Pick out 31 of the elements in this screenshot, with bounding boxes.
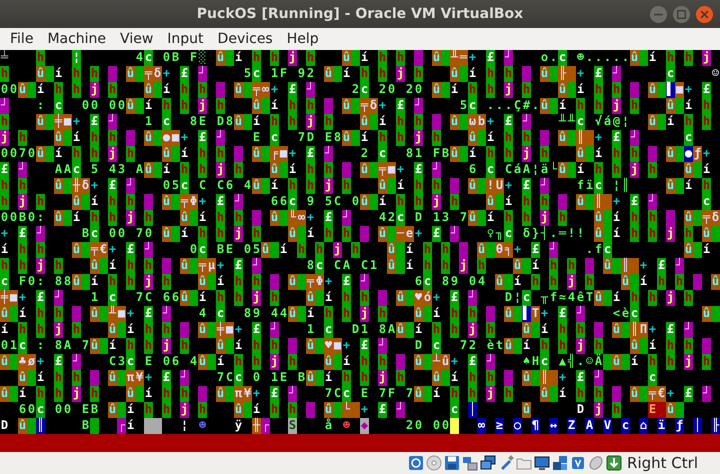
- console-line: û ♣ø+ £ ┘ C3 c E 06 4 û í h h j h û í h h û ┴û+ £ ┘ ♠H c ▲╣.☺Ä û í h h j h: [0, 354, 720, 370]
- console-line: ┘ : c 00 00 û í h h j h û í h h û ╤δ+ £ ┘ 5 c ...Ç#.û í h h j h û í h: [0, 98, 720, 114]
- console-line: j h û í h h û ●■+ £ ┘ E c 7D E8 û í h h j h û í h h û ║ + £ ┘ c: [0, 130, 720, 146]
- host-key-label: Right Ctrl: [627, 454, 698, 472]
- console-line: 00B0: û í h h j h û í h h û ╙∞+ £ ┘ 42 c D 13 7 û í h h j h û í h h û ╤δ: [0, 210, 720, 226]
- window-title: PuckOS [Running] - Oracle VM VirtualBox: [196, 6, 524, 22]
- menu-item[interactable]: File: [3, 31, 40, 47]
- console-line: 00 û í h h j h û í h h û ╤∞+ £ ┘ 2 c 20 20 û í h h j h û í h h û ▌■+ £: [0, 82, 720, 98]
- console-line: h û ╪■+ £ ┘ 1 c 8E D8 û í h h j h û í h h û ωb+ £ ┘ ╨╨c √á@¦ û í h h: [0, 114, 720, 130]
- console-line: h h û ╫δ+ £ ┘ 05 c C C6 4 û í h h j h û í h h û !U+ £ ┘ fï c ¦║ û í h: [0, 178, 720, 194]
- console-line: + £ ┘ B c 00 70 û í h h j h û í h h û ─e+ £ ┘ ♀╖c δ}┤.═!! û í h h j h û: [0, 226, 720, 242]
- menu-item[interactable]: Help: [280, 31, 326, 47]
- menu-item[interactable]: Machine: [40, 31, 114, 47]
- console-line: û í h h û ╨■+ £ ┘ 4 c 89 44 û í h h j h û í h h û ▌T+ £ ┘ <è c û: [0, 306, 720, 322]
- close-button[interactable]: [695, 5, 714, 24]
- console-line: ╪■+ £ ┘ 1 c 7C 66 û í h h j h û í h h û ♥ó+ £ ┘ D¦c ╥f≈4êT û í h h j h: [0, 290, 720, 306]
- console-line: ╧ h ¦ 4 c 0B F░ û í h h j h û í h h û ╨═+ £ ┘ o.c ☻.....û í h h j: [0, 50, 720, 66]
- console-line: D û ║ B ┌í ¦ ☻ ÿ ╫┌ S å ☻ ◆ 20 00 ∞ ≥ ○ ¶ ↔ Z A V c ⌂ ï ƒ │ ╟: [0, 418, 720, 434]
- console-line: 60 c 00 EB û í h h j h û í h h û └ + £ ┘ c │ û D j h E û: [0, 402, 720, 418]
- monitor-icon[interactable]: [534, 455, 550, 471]
- arrow-down-icon[interactable]: [606, 455, 622, 471]
- console-line: û í h h û π¥+ £ ┘ 7C c 0 1E B û í h h j h û í h h û ║ + £ ┘ c: [0, 370, 720, 386]
- console-line: í h h û ╤€+ £ ┘ 0 c BE 05 û í h h j h û í h h û θ╕+ £ ┘ .f c û í: [0, 242, 720, 258]
- menu-item[interactable]: Devices: [210, 31, 280, 47]
- floppy-icon[interactable]: [444, 455, 460, 471]
- console-line: c F0: 88 û í h h j h û í h h û ╤Φ+ £ ┘ 6 c 89 04 û í h h j h û í h h û: [0, 274, 720, 290]
- menu-item[interactable]: View: [113, 31, 160, 47]
- chip-icon[interactable]: [570, 455, 586, 471]
- console-line: £ ┘ AA c 5 43 A û í h h j h û í h h û ╤■+ £ ┘ 6 c CáA¦ä└û í h h j h û í: [0, 162, 720, 178]
- menu-item[interactable]: Input: [160, 31, 211, 47]
- console-line: h j h û í h h û ╤Φ+ £ ┘ 66 c 9 5C 0 û í h h j h û í h h û ║ + £ ┘ c: [0, 194, 720, 210]
